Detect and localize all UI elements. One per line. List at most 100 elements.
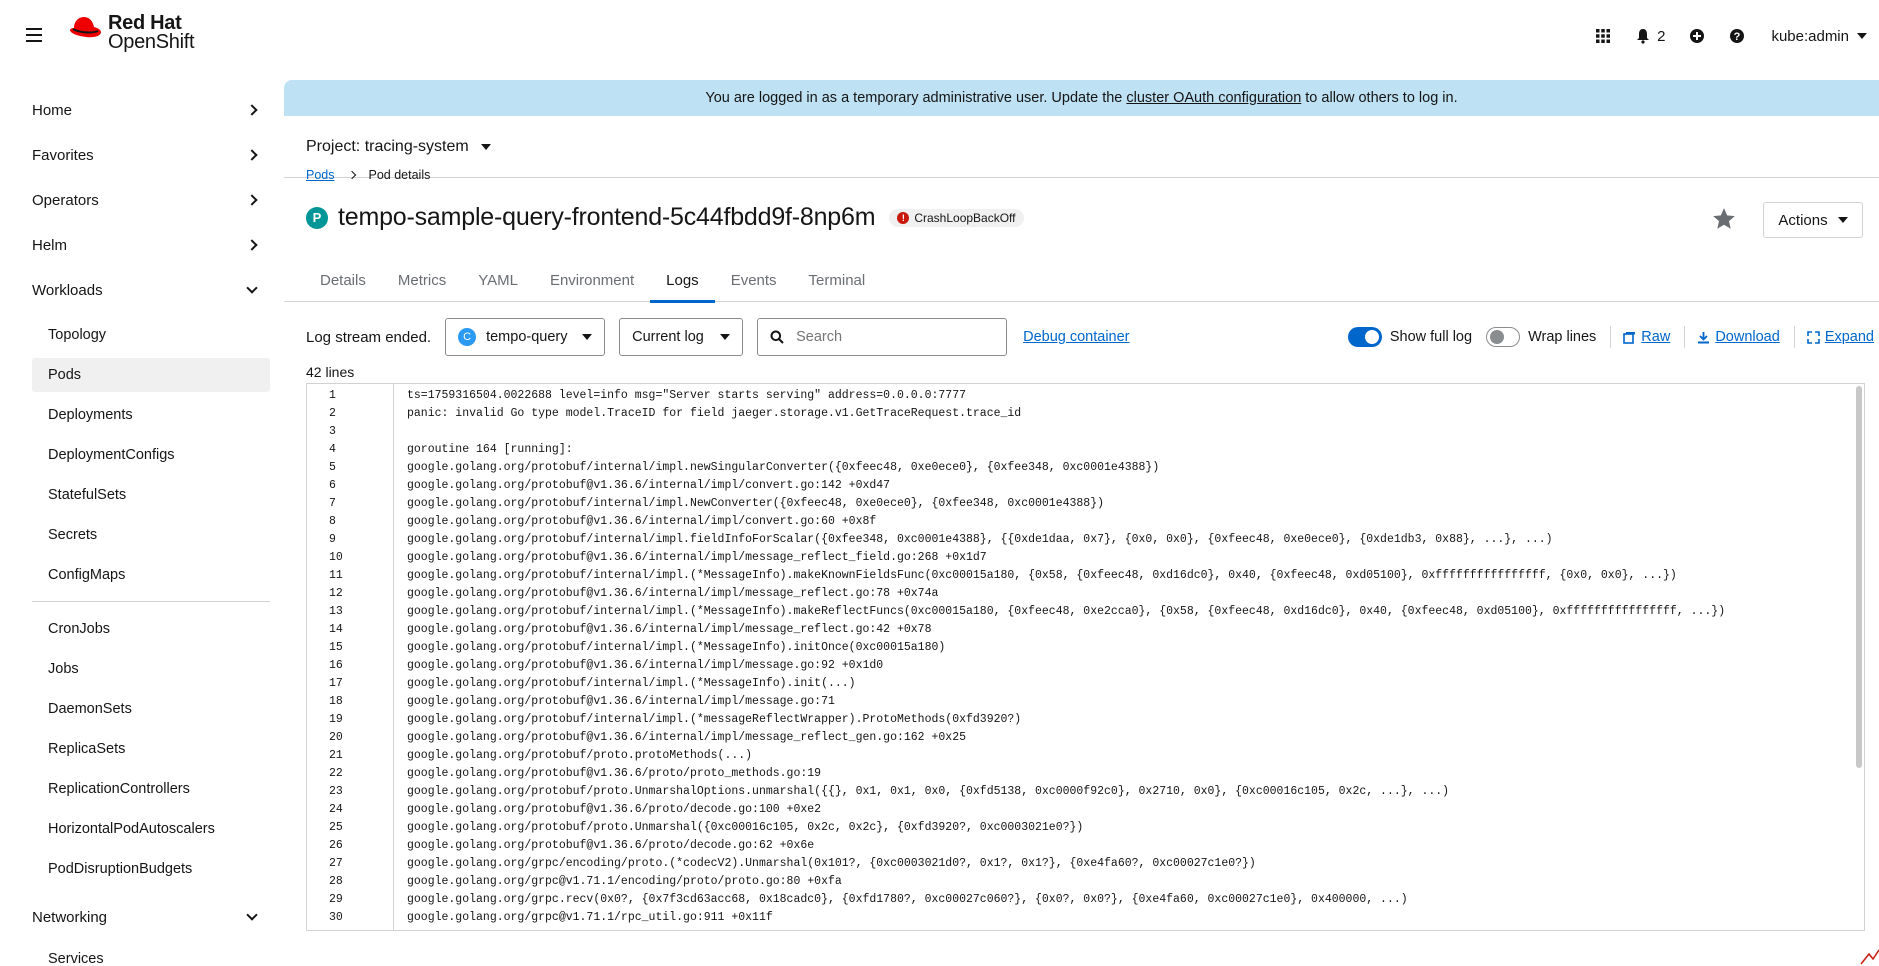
log-line-text: google.golang.org/protobuf@v1.36.6/proto… xyxy=(407,838,815,852)
sidebar-item-pods[interactable]: Pods xyxy=(32,358,270,392)
log-line-text: goroutine 164 [running]: xyxy=(407,442,573,456)
sidebar-item-jobs[interactable]: Jobs xyxy=(32,652,270,686)
log-line-text: google.golang.org/grpc/encoding/proto.(*… xyxy=(407,856,1256,870)
sidebar-item-deployments[interactable]: Deployments xyxy=(32,398,270,432)
log-line: 3 xyxy=(307,422,1864,440)
log-line: 28 google.golang.org/grpc@v1.71.1/encodin… xyxy=(307,872,1864,890)
tab-bar: Details Metrics YAML Environment Logs Ev… xyxy=(284,258,1879,303)
main-content: You are logged in as a temporary adminis… xyxy=(284,72,1879,966)
log-line-number: 8 xyxy=(329,514,336,528)
nav-section-workloads[interactable]: Workloads xyxy=(32,270,268,310)
notifications-button[interactable]: 2 xyxy=(1623,0,1677,72)
log-window[interactable]: 1 ts=1759316504.0022688 level=info msg="S… xyxy=(306,383,1865,931)
log-line-number: 21 xyxy=(329,748,343,762)
nav-section-home[interactable]: Home xyxy=(32,90,268,130)
sidebar-item-replicasets[interactable]: ReplicaSets xyxy=(32,732,270,766)
log-line-text: google.golang.org/protobuf/proto.Unmarsh… xyxy=(407,820,1084,834)
log-gutter-divider xyxy=(393,384,394,930)
toolbar-divider xyxy=(1793,326,1795,348)
caret-down-icon xyxy=(720,334,731,340)
log-line: 30 google.golang.org/grpc@v1.71.1/rpc_uti… xyxy=(307,908,1864,926)
nav-section-label: Operators xyxy=(32,191,99,209)
log-line: 16 google.golang.org/protobuf@v1.36.6/int… xyxy=(307,656,1864,674)
show-full-log-toggle[interactable] xyxy=(1347,327,1382,347)
log-line: 22 google.golang.org/protobuf@v1.36.6/pro… xyxy=(307,764,1864,782)
tab-details[interactable]: Details xyxy=(304,258,382,302)
actions-label: Actions xyxy=(1778,211,1828,229)
nav-section-favorites[interactable]: Favorites xyxy=(32,135,268,175)
debug-container-link[interactable]: Debug container xyxy=(1023,329,1129,345)
page-title-row: P tempo-sample-query-frontend-5c44fbdd9f… xyxy=(306,203,1024,232)
log-line-number: 5 xyxy=(329,460,336,474)
nav-section-helm[interactable]: Helm xyxy=(32,225,268,265)
sidebar-item-topology[interactable]: Topology xyxy=(32,318,270,352)
log-line-text: google.golang.org/protobuf/proto.protoMe… xyxy=(407,748,753,762)
actions-dropdown-button[interactable]: Actions xyxy=(1763,202,1863,238)
sidebar-item-cronjobs[interactable]: CronJobs xyxy=(32,612,270,646)
log-lines: 1 ts=1759316504.0022688 level=info msg="S… xyxy=(307,384,1864,926)
sidebar-item-statefulsets[interactable]: StatefulSets xyxy=(32,478,270,512)
log-line-number: 16 xyxy=(329,658,343,672)
oauth-config-link[interactable]: cluster OAuth configuration xyxy=(1126,90,1301,106)
hamburger-menu-icon[interactable] xyxy=(26,28,42,42)
nav-section-operators[interactable]: Operators xyxy=(32,180,268,220)
log-line: 26 google.golang.org/protobuf@v1.36.6/pro… xyxy=(307,836,1864,854)
log-type-select[interactable]: Current log xyxy=(619,318,744,356)
log-line: 17 google.golang.org/protobuf/internal/im… xyxy=(307,674,1864,692)
container-name: tempo-query xyxy=(486,329,568,345)
nav-section-networking[interactable]: Networking xyxy=(32,897,268,937)
log-stream-status: Log stream ended. xyxy=(306,328,432,346)
sidebar-item-horizontalpodautoscalers[interactable]: HorizontalPodAutoscalers xyxy=(32,812,270,846)
tab-logs[interactable]: Logs xyxy=(650,258,715,303)
user-name: kube:admin xyxy=(1771,27,1849,45)
log-line-number: 24 xyxy=(329,802,343,816)
nav-section-label: Favorites xyxy=(32,146,94,164)
wrap-lines-toggle[interactable] xyxy=(1486,327,1521,347)
tab-metrics[interactable]: Metrics xyxy=(382,258,462,302)
sidebar-item-deploymentconfigs[interactable]: DeploymentConfigs xyxy=(32,438,270,472)
plus-circle-icon xyxy=(1690,29,1705,43)
banner-text-before: You are logged in as a temporary adminis… xyxy=(705,90,1123,106)
tab-events[interactable]: Events xyxy=(715,258,793,302)
log-line-number: 22 xyxy=(329,766,343,780)
help-button[interactable]: ? xyxy=(1717,0,1757,72)
page-title: tempo-sample-query-frontend-5c44fbdd9f-8… xyxy=(338,203,876,231)
tab-yaml[interactable]: YAML xyxy=(462,258,534,302)
bell-icon xyxy=(1637,29,1650,44)
log-toolbar: Log stream ended. C tempo-query Current … xyxy=(306,318,1876,356)
log-line: 29 google.golang.org/grpc.recv(0x0?, {0x7… xyxy=(307,890,1864,908)
log-line-number: 26 xyxy=(329,838,343,852)
brand-logo[interactable]: Red Hat OpenShift xyxy=(68,13,195,52)
tab-terminal[interactable]: Terminal xyxy=(793,258,882,302)
status-text: CrashLoopBackOff xyxy=(914,210,1016,225)
log-line: 18 google.golang.org/protobuf@v1.36.6/int… xyxy=(307,692,1864,710)
log-line-text: google.golang.org/protobuf/internal/impl… xyxy=(407,460,1160,474)
log-line-number: 19 xyxy=(329,712,343,726)
notifications-count: 2 xyxy=(1657,27,1666,45)
user-menu[interactable]: kube:admin xyxy=(1757,28,1879,45)
sidebar-item-configmaps[interactable]: ConfigMaps xyxy=(32,558,270,592)
sidebar-item-daemonsets[interactable]: DaemonSets xyxy=(32,692,270,726)
sidebar-item-secrets[interactable]: Secrets xyxy=(32,518,270,552)
project-selector[interactable]: Project: tracing-system xyxy=(284,116,1879,178)
log-line-number: 27 xyxy=(329,856,343,870)
log-line: 4 goroutine 164 [running]: xyxy=(307,440,1864,458)
app-launcher-button[interactable] xyxy=(1583,0,1623,72)
sidebar-item-replicationcontrollers[interactable]: ReplicationControllers xyxy=(32,772,270,806)
search-input[interactable] xyxy=(796,329,977,345)
chevron-right-icon xyxy=(347,170,356,180)
sidebar-item-services[interactable]: Services xyxy=(32,942,270,966)
log-line-number: 20 xyxy=(329,730,343,744)
quick-create-button[interactable] xyxy=(1677,0,1717,72)
breadcrumb-pods-link[interactable]: Pods xyxy=(306,168,335,182)
download-link[interactable]: Download xyxy=(1697,329,1780,345)
tab-environment[interactable]: Environment xyxy=(534,258,650,302)
star-icon[interactable] xyxy=(1711,206,1737,232)
log-line: 5 google.golang.org/protobuf/internal/imp… xyxy=(307,458,1864,476)
expand-link[interactable]: Expand xyxy=(1807,329,1874,345)
log-scrollbar[interactable] xyxy=(1856,386,1862,768)
raw-link[interactable]: Raw xyxy=(1623,329,1670,345)
container-select[interactable]: C tempo-query xyxy=(445,318,606,356)
log-line: 19 google.golang.org/protobuf/internal/im… xyxy=(307,710,1864,728)
sidebar-item-poddisruptionbudgets[interactable]: PodDisruptionBudgets xyxy=(32,852,270,886)
